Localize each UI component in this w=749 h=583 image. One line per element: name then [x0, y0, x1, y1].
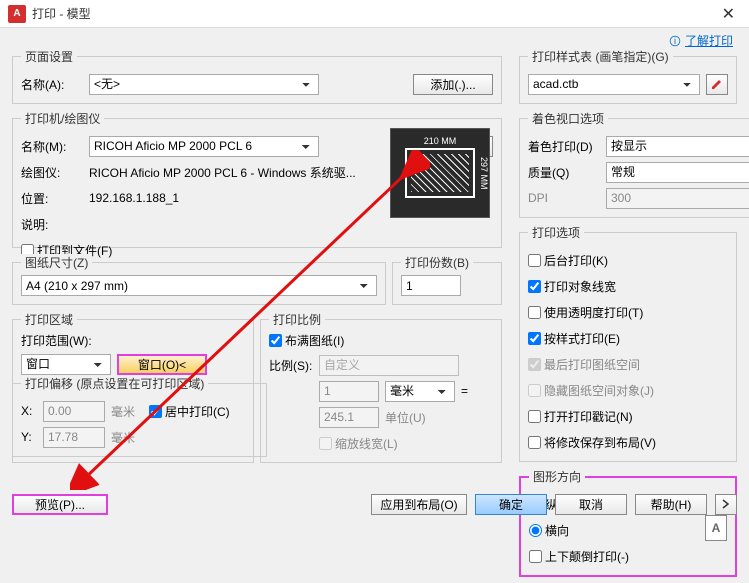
- plot-scale-group: 打印比例 布满图纸(I) 比例(S): 自定义 毫米 = 单位(U) 缩放线宽(…: [260, 311, 502, 463]
- offset-y-input: [43, 427, 105, 448]
- shade-label: 着色打印(D): [528, 138, 600, 155]
- scale-denom-input: [319, 407, 379, 428]
- scale-lw-check: 缩放线宽(L): [319, 435, 398, 452]
- ok-button[interactable]: 确定: [475, 494, 547, 515]
- page-setup-legend: 页面设置: [21, 48, 77, 65]
- plot-what-label: 打印范围(W):: [21, 332, 245, 349]
- printer-name-select[interactable]: RICOH Aficio MP 2000 PCL 6: [89, 136, 319, 157]
- dpi-label: DPI: [528, 191, 600, 205]
- titlebar: A 打印 - 模型 ✕: [0, 0, 749, 28]
- shade-select[interactable]: 按显示: [606, 136, 749, 157]
- opt-lw-check[interactable]: 打印对象线宽: [528, 278, 616, 295]
- plot-what-select[interactable]: 窗口: [21, 354, 111, 375]
- paper-preview: 210 MM 297 MM: [390, 128, 490, 218]
- orientation-legend: 图形方向: [529, 468, 585, 485]
- quality-select[interactable]: 常规: [606, 162, 749, 183]
- offset-x-input: [43, 401, 105, 422]
- add-pagesetup-button[interactable]: 添加(.)...: [413, 74, 493, 95]
- page-setup-group: 页面设置 名称(A): <无> 添加(.)...: [12, 48, 502, 104]
- paper-size-group: 图纸尺寸(Z) A4 (210 x 297 mm): [12, 254, 386, 305]
- quality-label: 质量(Q): [528, 164, 600, 181]
- offset-x-unit: 毫米: [111, 403, 135, 420]
- opt-pslast-check: 最后打印图纸空间: [528, 356, 640, 373]
- plotstyle-edit-button[interactable]: [706, 74, 728, 95]
- scale-equals-icon: =: [461, 384, 468, 398]
- apply-layout-button[interactable]: 应用到布局(O): [371, 494, 467, 515]
- orient-upside-check[interactable]: 上下颠倒打印(-): [529, 548, 629, 565]
- app-icon: A: [8, 5, 26, 23]
- close-icon[interactable]: ✕: [716, 4, 741, 24]
- plotter-value: RICOH Aficio MP 2000 PCL 6 - Windows 系统驱…: [89, 164, 356, 181]
- dpi-input: [606, 188, 749, 209]
- plot-scale-legend: 打印比例: [269, 311, 325, 328]
- plotstyle-select[interactable]: acad.ctb: [528, 74, 700, 95]
- pencil-icon: [711, 78, 723, 90]
- offset-y-label: Y:: [21, 430, 37, 444]
- opt-bg-check[interactable]: 后台打印(K): [528, 252, 608, 269]
- opt-trans-check[interactable]: 使用透明度打印(T): [528, 304, 643, 321]
- help-button[interactable]: 帮助(H): [635, 494, 707, 515]
- location-value: 192.168.1.188_1: [89, 191, 179, 205]
- paper-dim-width: 210 MM: [407, 136, 473, 146]
- location-label: 位置:: [21, 190, 83, 207]
- orient-landscape-radio[interactable]: 横向: [529, 522, 569, 539]
- chevron-right-icon: [722, 499, 730, 509]
- paper-size-legend: 图纸尺寸(Z): [21, 254, 92, 271]
- plot-offset-legend: 打印偏移 (原点设置在可打印区域): [21, 375, 208, 392]
- offset-x-label: X:: [21, 404, 37, 418]
- description-label: 说明:: [21, 216, 83, 233]
- paper-dim-height: 297 MM: [479, 150, 489, 196]
- pagesetup-name-select[interactable]: <无>: [89, 74, 319, 95]
- paper-size-select[interactable]: A4 (210 x 297 mm): [21, 275, 377, 296]
- scale-unit-select[interactable]: 毫米: [385, 381, 455, 402]
- scale-num-input: [319, 381, 379, 402]
- opt-styles-check[interactable]: 按样式打印(E): [528, 330, 620, 347]
- cancel-button[interactable]: 取消: [555, 494, 627, 515]
- fit-to-paper-check[interactable]: 布满图纸(I): [269, 332, 344, 349]
- viewport-group: 着色视口选项 着色打印(D) 按显示 质量(Q) 常规 DPI: [519, 110, 749, 218]
- plot-options-group: 打印选项 后台打印(K) 打印对象线宽 使用透明度打印(T) 按样式打印(E) …: [519, 224, 737, 462]
- scale-select: 自定义: [319, 355, 459, 376]
- opt-save-check[interactable]: 将修改保存到布局(V): [528, 434, 656, 451]
- copies-input[interactable]: [401, 275, 461, 296]
- copies-legend: 打印份数(B): [401, 254, 473, 271]
- opt-hideps-check: 隐藏图纸空间对象(J): [528, 382, 654, 399]
- scale-ratio-label: 比例(S):: [269, 357, 313, 374]
- scale-unit2-label: 单位(U): [385, 409, 426, 426]
- offset-y-unit: 毫米: [111, 429, 135, 446]
- plotstyle-legend: 打印样式表 (画笔指定)(G): [528, 48, 673, 65]
- printer-name-label: 名称(M):: [21, 138, 83, 155]
- plotter-label: 绘图仪:: [21, 164, 83, 181]
- window-pick-button[interactable]: 窗口(O)<: [117, 354, 207, 375]
- preview-button[interactable]: 预览(P)...: [12, 494, 108, 515]
- center-plot-check[interactable]: 居中打印(C): [149, 403, 230, 420]
- learn-print-text[interactable]: 了解打印: [685, 32, 733, 49]
- expand-button[interactable]: [715, 494, 737, 515]
- pagesetup-name-label: 名称(A):: [21, 76, 83, 93]
- plotstyle-group: 打印样式表 (画笔指定)(G) acad.ctb: [519, 48, 737, 104]
- svg-text:i: i: [674, 36, 676, 46]
- opt-stamp-check[interactable]: 打开打印戳记(N): [528, 408, 633, 425]
- copies-group: 打印份数(B): [392, 254, 502, 305]
- info-icon: i: [669, 35, 681, 47]
- printer-legend: 打印机/绘图仪: [21, 110, 104, 127]
- plot-offset-group: 打印偏移 (原点设置在可打印区域) X: 毫米 居中打印(C) Y: 毫米: [12, 375, 267, 457]
- window-title: 打印 - 模型: [32, 5, 716, 22]
- viewport-legend: 着色视口选项: [528, 110, 608, 127]
- plot-options-legend: 打印选项: [528, 224, 584, 241]
- plot-area-legend: 打印区域: [21, 311, 77, 328]
- learn-print-link[interactable]: i 了解打印: [669, 32, 733, 49]
